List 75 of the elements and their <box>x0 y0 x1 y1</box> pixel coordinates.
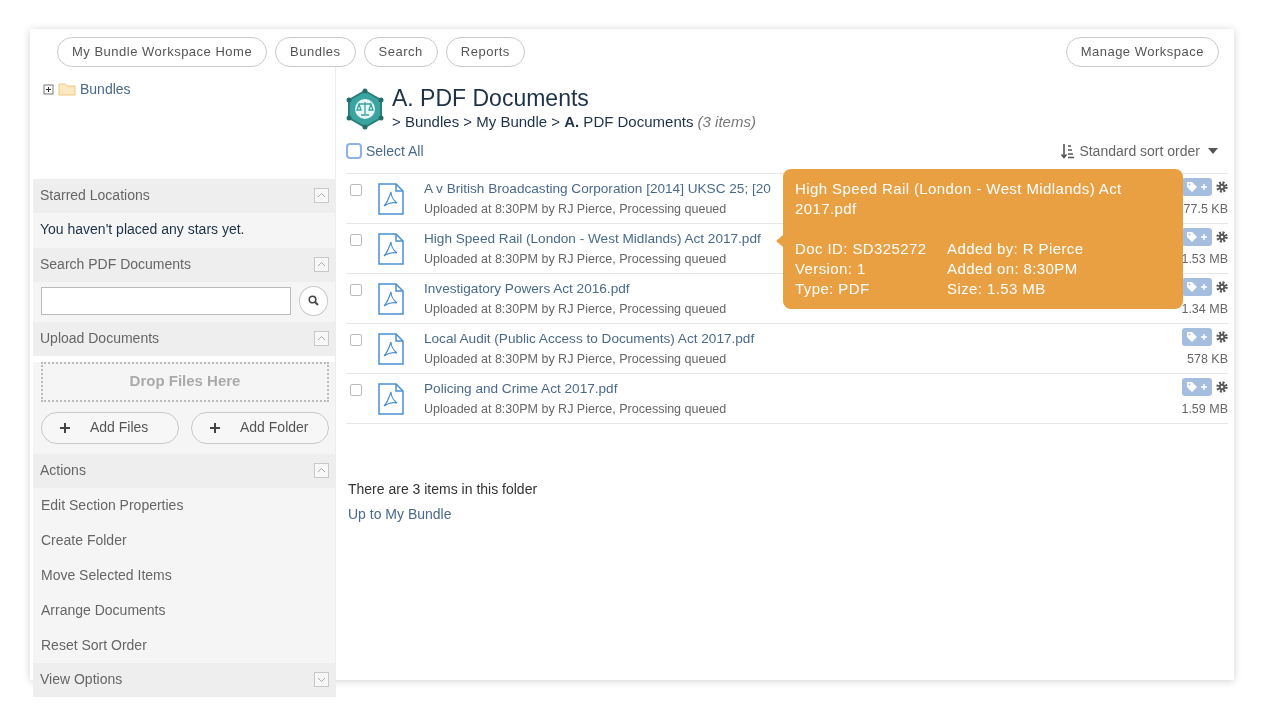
section-header[interactable]: View Options <box>40 669 123 690</box>
row-checkbox[interactable] <box>350 284 362 297</box>
tooltip-field: Doc ID: SD325272 <box>795 239 947 259</box>
tooltip-field: Size: 1.53 MB <box>947 279 1171 299</box>
row-checkbox[interactable] <box>350 384 362 397</box>
document-meta: Uploaded at 8:30PM by RJ Pierce, Processing queued <box>424 250 728 268</box>
nav-button[interactable]: My Bundle Workspace Home <box>57 37 268 67</box>
pdf-file-icon <box>378 382 404 415</box>
select-all-checkbox[interactable] <box>346 143 362 160</box>
file-size: 1.53 MB <box>1181 251 1228 269</box>
search-field[interactable] <box>41 286 291 315</box>
add-button[interactable]: Add Folder <box>191 411 329 444</box>
file-size: 1.59 MB <box>1181 401 1228 419</box>
document-link[interactable]: High Speed Rail (London - West Midlands) Act 2017.pdf <box>424 229 761 250</box>
scales-logo-icon <box>346 88 384 131</box>
nav-button[interactable]: Bundles <box>275 37 356 67</box>
expand-icon[interactable] <box>43 83 54 95</box>
settings-icon[interactable] <box>1216 231 1228 244</box>
settings-icon[interactable] <box>1216 331 1228 344</box>
add-button[interactable]: Add Files <box>41 411 179 444</box>
select-all-label[interactable]: Select All <box>366 140 424 162</box>
empty-message: You haven't placed any stars yet. <box>39 219 246 239</box>
settings-icon[interactable] <box>1216 381 1228 394</box>
tooltip-title: High Speed Rail (London - West Midlands) Act 2017.pdf <box>795 179 1123 219</box>
sort-icon <box>1061 143 1076 160</box>
collapse-icon[interactable] <box>314 257 329 272</box>
action-link[interactable]: Move Selected Items <box>33 557 335 593</box>
item-count: (3 items) <box>697 112 756 130</box>
plus-icon <box>210 422 220 433</box>
collapse-icon[interactable] <box>314 331 329 346</box>
action-link[interactable]: Reset Sort Order <box>33 627 335 663</box>
settings-icon[interactable] <box>1216 281 1228 294</box>
document-meta: Uploaded at 8:30PM by RJ Pierce, Processing queued <box>424 400 727 418</box>
pdf-file-icon <box>378 182 404 215</box>
caret-icon <box>1208 148 1218 155</box>
collapse-icon[interactable] <box>314 463 329 478</box>
nav-button[interactable]: Reports <box>445 37 525 67</box>
sort-dropdown[interactable]: Standard sort order <box>1079 140 1200 162</box>
file-size: 578 KB <box>1187 351 1228 369</box>
row-checkbox[interactable] <box>350 334 362 347</box>
folder-icon <box>58 82 76 96</box>
document-meta: Uploaded at 8:30PM by RJ Pierce, Processing queued <box>424 200 728 218</box>
collapse-icon[interactable] <box>314 188 329 203</box>
document-link[interactable]: Investigatory Powers Act 2016.pdf <box>424 279 727 300</box>
file-size: 77.5 KB <box>1183 201 1228 219</box>
document-link[interactable]: Policing and Crime Act 2017.pdf <box>424 379 727 400</box>
tooltip-field: Type: PDF <box>795 279 947 299</box>
pdf-file-icon <box>378 332 404 365</box>
pdf-file-icon <box>378 282 404 315</box>
up-link[interactable]: Up to My Bundle <box>348 506 452 523</box>
tooltip-field: Added by: R Pierce <box>947 239 1171 259</box>
tooltip-field: Version: 1 <box>795 259 947 279</box>
action-link[interactable]: Create Folder <box>33 522 335 558</box>
nav-button[interactable]: Search <box>363 37 438 67</box>
document-meta: Uploaded at 8:30PM by RJ Pierce, Processing queued <box>424 350 728 368</box>
tree-item[interactable]: Bundles <box>80 78 131 100</box>
action-link[interactable]: Edit Section Properties <box>33 487 335 523</box>
folder-summary: There are 3 items in this folder <box>348 480 539 500</box>
document-meta: Uploaded at 8:30PM by RJ Pierce, Processing queued <box>424 300 727 318</box>
pdf-file-icon <box>378 232 404 265</box>
plus-icon <box>60 422 70 433</box>
document-link[interactable]: A v British Broadcasting Corporation [2014] UKSC 25; [20 <box>424 179 771 200</box>
search-button[interactable] <box>298 285 328 316</box>
search-icon <box>307 295 319 306</box>
settings-icon[interactable] <box>1216 181 1228 194</box>
breadcrumb: > Bundles > My Bundle > A. PDF Documents <box>392 112 694 130</box>
tooltip-field: Added on: 8:30PM <box>947 259 1171 279</box>
document-link[interactable]: Local Audit (Public Access to Documents) Act 2017.pdf <box>424 329 755 350</box>
file-size: 1.34 MB <box>1181 301 1228 319</box>
manage-workspace-button[interactable]: Manage Workspace <box>1065 37 1219 67</box>
row-checkbox[interactable] <box>350 184 362 197</box>
section-header[interactable]: Actions <box>40 460 86 481</box>
page-title: A. PDF Documents <box>392 85 590 111</box>
action-link[interactable]: Arrange Documents <box>33 592 335 628</box>
row-checkbox[interactable] <box>350 234 362 247</box>
